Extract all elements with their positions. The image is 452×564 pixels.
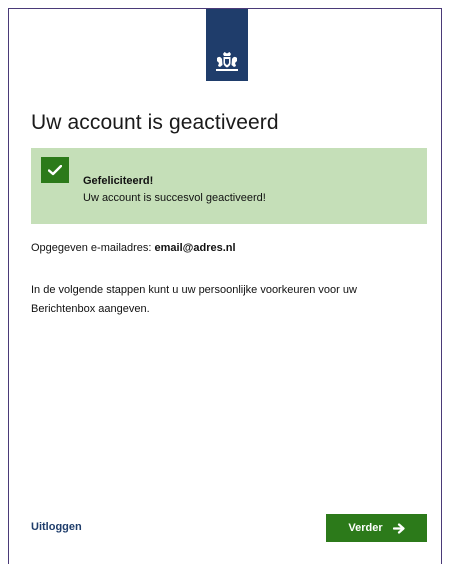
success-heading: Gefeliciteerd! [83, 175, 154, 187]
rijksoverheid-logo-icon [206, 9, 248, 81]
logout-link[interactable]: Uitloggen [31, 521, 82, 533]
arrow-right-icon [392, 522, 405, 534]
info-text: In de volgende stappen kunt u uw persoon… [31, 284, 357, 315]
success-message-box: Gefeliciteerd! Uw account is succesvol g… [31, 148, 427, 224]
email-line: Opgegeven e-mailadres: email@adres.nl [31, 242, 236, 254]
page-title: Uw account is geactiveerd [31, 111, 279, 134]
email-label: Opgegeven e-mailadres: [31, 242, 152, 254]
next-button-label: Verder [348, 522, 383, 534]
page-frame: Uw account is geactiveerd Gefeliciteerd!… [8, 8, 442, 564]
email-value: email@adres.nl [154, 242, 236, 254]
success-text: Uw account is succesvol geactiveerd! [83, 192, 266, 204]
next-button[interactable]: Verder [326, 514, 427, 542]
check-icon [41, 157, 69, 183]
